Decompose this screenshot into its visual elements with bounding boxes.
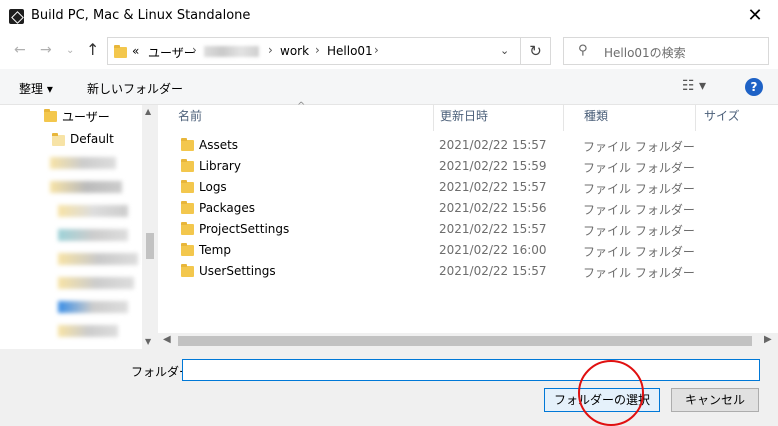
refresh-button[interactable]: ↻: [521, 37, 551, 65]
file-list: ^ 名前 更新日時 種類 サイズ Assets 2021/02/22 15:57…: [158, 101, 778, 349]
navigation-pane: ユーザー Default ▲ ▼: [0, 105, 158, 349]
file-name: Assets: [199, 138, 239, 152]
title-bar: Build PC, Mac & Linux Standalone ✕: [0, 0, 778, 33]
file-date: 2021/02/22 15:57: [439, 138, 547, 152]
file-date: 2021/02/22 15:56: [439, 201, 547, 215]
address-dropdown-icon[interactable]: ⌄: [500, 44, 509, 57]
column-header-date[interactable]: 更新日時: [420, 105, 564, 131]
scroll-left-icon[interactable]: ◀: [163, 334, 171, 345]
help-icon[interactable]: ?: [745, 78, 763, 96]
close-icon[interactable]: ✕: [732, 0, 778, 33]
navigation-bar: ← → ⌄ ↑ « ユーザー › › work › Hello01 › ⌄ ↻ …: [0, 33, 778, 69]
column-header-name[interactable]: 名前: [158, 105, 434, 131]
file-date: 2021/02/22 15:57: [439, 264, 547, 278]
cancel-button[interactable]: キャンセル: [671, 388, 759, 412]
nav-scrollbar-thumb[interactable]: [146, 233, 154, 259]
redacted-tree-item: [58, 205, 128, 217]
redacted-tree-item: [58, 277, 134, 289]
search-icon: ⚲: [578, 43, 588, 58]
up-arrow-icon[interactable]: ↑: [86, 40, 99, 59]
table-row[interactable]: Library 2021/02/22 15:59 ファイル フォルダー: [158, 156, 778, 177]
scroll-down-icon[interactable]: ▼: [145, 337, 151, 346]
table-row[interactable]: Packages 2021/02/22 15:56 ファイル フォルダー: [158, 198, 778, 219]
file-date: 2021/02/22 16:00: [439, 243, 547, 257]
redacted-tree-item: [58, 229, 128, 241]
redacted-username: [204, 46, 259, 57]
address-bar[interactable]: « ユーザー › › work › Hello01 › ⌄: [107, 37, 521, 65]
folder-icon: [181, 138, 194, 151]
nav-scrollbar[interactable]: [142, 105, 158, 349]
table-row[interactable]: Temp 2021/02/22 16:00 ファイル フォルダー: [158, 240, 778, 261]
search-placeholder: Hello01の検索: [604, 46, 686, 60]
horizontal-scrollbar-thumb[interactable]: [178, 336, 752, 346]
file-type: ファイル フォルダー: [583, 203, 695, 217]
breadcrumb-separator[interactable]: ›: [268, 43, 273, 57]
table-row[interactable]: Logs 2021/02/22 15:57 ファイル フォルダー: [158, 177, 778, 198]
file-date: 2021/02/22 15:59: [439, 159, 547, 173]
folder-icon: [181, 222, 194, 235]
recent-chevron-icon[interactable]: ⌄: [66, 45, 74, 56]
folder-icon: [52, 133, 65, 146]
breadcrumb-item[interactable]: work: [280, 44, 309, 58]
redacted-tree-item: [50, 181, 122, 193]
back-arrow-icon[interactable]: ←: [14, 42, 26, 58]
forward-arrow-icon[interactable]: →: [40, 42, 52, 58]
file-type: ファイル フォルダー: [583, 245, 695, 259]
file-type: ファイル フォルダー: [583, 266, 695, 280]
file-date: 2021/02/22 15:57: [439, 180, 547, 194]
column-header-type[interactable]: 種類: [564, 105, 696, 131]
folder-icon: [181, 201, 194, 214]
window-title: Build PC, Mac & Linux Standalone: [31, 8, 251, 23]
tree-item-default[interactable]: Default: [70, 132, 114, 146]
breadcrumb-overflow[interactable]: «: [132, 44, 139, 58]
scroll-up-icon[interactable]: ▲: [145, 107, 151, 116]
new-folder-button[interactable]: 新しいフォルダー: [87, 80, 183, 97]
file-type: ファイル フォルダー: [583, 140, 695, 154]
organize-button[interactable]: 整理 ▾: [19, 80, 53, 97]
folder-icon: [44, 109, 57, 122]
breadcrumb-separator[interactable]: ›: [374, 43, 379, 57]
command-bar: 整理 ▾ 新しいフォルダー ☷ ▾ ?: [0, 69, 778, 105]
table-row[interactable]: Assets 2021/02/22 15:57 ファイル フォルダー: [158, 135, 778, 156]
unity-icon: [9, 9, 24, 24]
file-name: Logs: [199, 180, 227, 194]
redacted-tree-item: [58, 325, 118, 337]
file-name: Library: [199, 159, 241, 173]
folder-icon: [114, 45, 127, 58]
folder-icon: [181, 243, 194, 256]
column-header-size[interactable]: サイズ: [684, 105, 778, 131]
breadcrumb-item[interactable]: Hello01: [327, 44, 373, 58]
redacted-tree-item: [58, 253, 138, 265]
file-type: ファイル フォルダー: [583, 182, 695, 196]
breadcrumb-separator[interactable]: ›: [192, 43, 197, 57]
refresh-icon: ↻: [529, 42, 542, 60]
folder-icon: [181, 264, 194, 277]
dialog-footer: フォルダー: フォルダーの選択 キャンセル: [0, 349, 778, 426]
tree-item-users[interactable]: ユーザー: [62, 108, 110, 125]
folder-input[interactable]: [182, 359, 760, 381]
folder-icon: [181, 159, 194, 172]
horizontal-scrollbar[interactable]: ◀ ▶: [158, 333, 778, 349]
file-name: UserSettings: [199, 264, 276, 278]
annotation-circle: [578, 360, 644, 426]
file-name: ProjectSettings: [199, 222, 290, 236]
redacted-tree-item: [58, 301, 128, 313]
breadcrumb-item[interactable]: ユーザー: [148, 44, 196, 61]
file-name: Packages: [199, 201, 255, 215]
scroll-right-icon[interactable]: ▶: [764, 334, 772, 345]
view-options-icon[interactable]: ☷ ▾: [682, 78, 706, 94]
folder-icon: [181, 180, 194, 193]
table-row[interactable]: ProjectSettings 2021/02/22 15:57 ファイル フォ…: [158, 219, 778, 240]
table-row[interactable]: UserSettings 2021/02/22 15:57 ファイル フォルダー: [158, 261, 778, 282]
breadcrumb-separator[interactable]: ›: [315, 43, 320, 57]
file-type: ファイル フォルダー: [583, 224, 695, 238]
redacted-tree-item: [50, 157, 116, 169]
file-type: ファイル フォルダー: [583, 161, 695, 175]
search-box[interactable]: ⚲ Hello01の検索: [563, 37, 769, 65]
file-date: 2021/02/22 15:57: [439, 222, 547, 236]
file-name: Temp: [199, 243, 231, 257]
